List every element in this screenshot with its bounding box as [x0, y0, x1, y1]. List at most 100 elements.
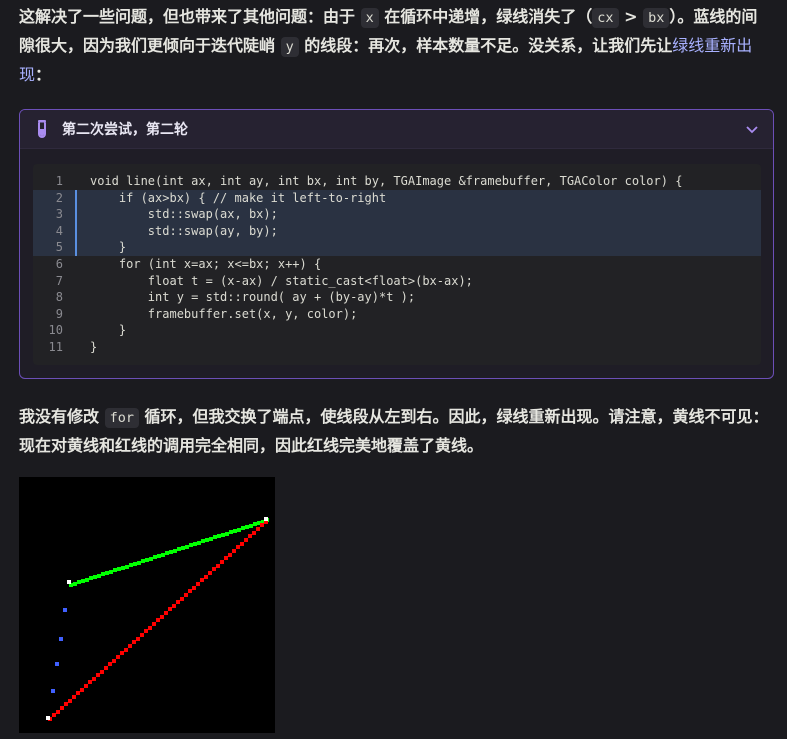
pixel	[177, 547, 181, 551]
intro-paragraph: 这解决了一些问题，但也带来了其他问题：由于 x 在循环中递增，绿线消失了（ cx …	[19, 3, 771, 89]
line-number: 7	[55, 273, 63, 288]
pixel	[264, 517, 268, 521]
pixel	[113, 568, 117, 572]
pixel	[117, 567, 121, 571]
pixel	[157, 554, 161, 558]
pixel	[225, 532, 229, 536]
pixel	[97, 574, 101, 578]
outro-paragraph: 我没有修改 for 循环，但我交换了端点，使线段从左到右。因此，绿线重新出现。请…	[19, 403, 771, 460]
pixel	[189, 543, 193, 547]
pixel	[253, 522, 257, 526]
callout-title: 第二次尝试，第二轮	[62, 122, 188, 138]
pixel	[249, 524, 253, 528]
pixel	[148, 626, 152, 630]
pixel	[221, 533, 225, 537]
pixel	[169, 550, 173, 554]
pixel	[185, 545, 189, 549]
pixel	[51, 689, 55, 693]
pixel	[76, 691, 80, 695]
line-number: 3	[55, 207, 63, 222]
pixel	[209, 537, 213, 541]
pixel	[160, 615, 164, 619]
pixel	[212, 567, 216, 571]
pixel	[252, 531, 256, 535]
pixel	[208, 571, 212, 575]
line-number: 10	[48, 323, 63, 338]
code-line: 8 int y = std::round( ay + (by-ay)*t );	[33, 289, 761, 306]
pixel	[176, 600, 180, 604]
pixel	[237, 528, 241, 532]
pixel	[101, 572, 105, 576]
code-line: 1 void line(int ax, int ay, int bx, int b…	[33, 173, 761, 190]
pixel	[100, 670, 104, 674]
code-callout: 第二次尝试，第二轮 1 void line(int ax, int ay, int…	[19, 109, 774, 379]
intro-text: 的线段：再次，样本数量不足。没关系，让我们先让	[298, 36, 673, 55]
pixel	[164, 611, 168, 615]
inline-code-y: y	[280, 37, 299, 57]
line-number: 2	[55, 190, 63, 205]
rendered-lines-image	[19, 477, 275, 733]
pixel	[109, 570, 113, 574]
callout-header[interactable]: 第二次尝试，第二轮	[20, 110, 773, 149]
pixel	[165, 551, 169, 555]
pixel	[213, 535, 217, 539]
pixel	[128, 644, 132, 648]
pixel	[232, 549, 236, 553]
inline-code-for: for	[104, 408, 139, 428]
code-text: void line(int ax, int ay, int bx, int by…	[90, 174, 683, 188]
pixel	[161, 553, 165, 557]
code-text: if (ax>bx) { // make it left-to-right	[90, 190, 387, 205]
code-text: }	[90, 339, 98, 354]
pixel	[145, 558, 149, 562]
code-line: 6 for (int x=ax; x<=bx; x++) {	[33, 256, 761, 273]
pixel	[233, 529, 237, 533]
pixel	[229, 530, 233, 534]
code-line: 11}	[33, 339, 761, 356]
pixel	[73, 582, 77, 586]
pixel	[89, 576, 93, 580]
pixel	[193, 542, 197, 546]
pixel	[137, 561, 141, 565]
outro-text: 我没有修改	[19, 407, 105, 426]
pixel	[205, 538, 209, 542]
pixel	[204, 575, 208, 579]
code-line: 9 framebuffer.set(x, y, color);	[33, 306, 761, 323]
code-text: }	[90, 240, 127, 255]
pixel	[172, 604, 176, 608]
pixel	[173, 549, 177, 553]
pixel	[116, 655, 120, 659]
pixel	[105, 571, 109, 575]
pixel	[140, 633, 144, 637]
pixel	[108, 662, 112, 666]
code-text: float t = (x-ax) / static_cast<float>(bx…	[90, 273, 473, 288]
pixel	[121, 566, 125, 570]
pixel	[244, 538, 248, 542]
code-line: 10 }	[33, 322, 761, 339]
pixel	[72, 695, 76, 699]
pixel	[80, 688, 84, 692]
pixel	[68, 699, 72, 703]
inline-code-bx: bx	[643, 8, 670, 28]
intro-text: ：	[35, 65, 52, 84]
pixel	[133, 562, 137, 566]
code-block: 1 void line(int ax, int ay, int bx, int b…	[33, 164, 761, 365]
chevron-down-icon[interactable]	[745, 122, 759, 136]
pixel	[124, 648, 128, 652]
line-number: 9	[55, 306, 63, 321]
line-number: 11	[48, 339, 63, 354]
line-number: 6	[55, 256, 63, 271]
pixel	[153, 555, 157, 559]
code-text: int y = std::round( ay + (by-ay)*t );	[90, 290, 416, 305]
code-text: }	[90, 323, 127, 338]
pixel	[55, 662, 59, 666]
pixel	[201, 539, 205, 543]
pixel	[240, 542, 244, 546]
pixel	[260, 523, 264, 527]
pixel	[56, 710, 60, 714]
line-number: 1	[55, 174, 63, 188]
pixel	[245, 525, 249, 529]
pixel	[184, 593, 188, 597]
pixel	[132, 640, 136, 644]
code-text: framebuffer.set(x, y, color);	[90, 306, 358, 321]
pixel	[241, 526, 245, 530]
